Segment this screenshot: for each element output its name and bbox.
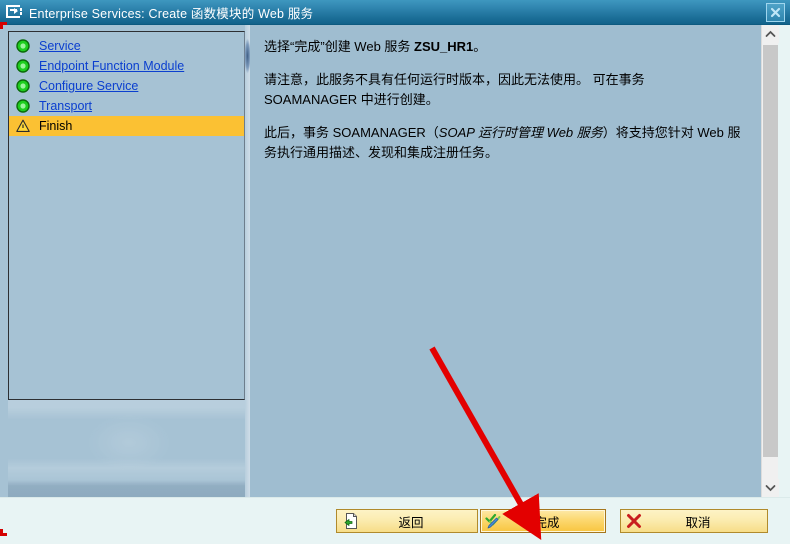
green-check-pencil-icon: [485, 513, 501, 529]
window-titlebar: Enterprise Services: Create 函数模块的 Web 服务: [0, 0, 790, 25]
page-back-green-arrow-icon: [344, 513, 357, 529]
wizard-steps-list: Service Endpoint Function Module Configu…: [8, 31, 245, 400]
cancel-button[interactable]: 取消: [620, 509, 768, 533]
sidebar-item-label: Service: [39, 39, 81, 53]
close-x-glyph: [770, 7, 781, 18]
crop-mark-bottom-left: [0, 529, 7, 536]
crop-mark-top-left: [0, 22, 7, 29]
chevron-down-icon: [765, 485, 776, 492]
red-x-icon: [627, 514, 641, 528]
scrollbar-outer-gutter: [778, 25, 790, 497]
wizard-steps-pane: Service Endpoint Function Module Configu…: [0, 25, 250, 497]
scroll-down-button[interactable]: [762, 479, 779, 497]
p1-quoted: “完成”: [290, 39, 325, 54]
p3-a: 此后，事务 SOAMANAGER（: [264, 125, 439, 140]
sidebar-item-label: Transport: [39, 99, 93, 113]
application-window: Enterprise Services: Create 函数模块的 Web 服务…: [0, 0, 790, 544]
sidebar-item-configure-service[interactable]: Configure Service: [9, 76, 244, 96]
green-sphere-icon: [16, 39, 30, 53]
scrollbar-thumb[interactable]: [763, 45, 778, 457]
back-button[interactable]: 返回: [336, 509, 478, 533]
sidebar-item-transport[interactable]: Transport: [9, 96, 244, 116]
sidebar-item-finish[interactable]: Finish: [9, 116, 244, 136]
content-paragraph-2: 请注意，此服务不具有任何运行时版本，因此无法使用。 可在事务 SOAMANAGE…: [264, 72, 645, 107]
green-sphere-icon: [16, 99, 30, 113]
p1-pre: 选择: [264, 39, 291, 54]
green-sphere-icon: [16, 59, 30, 73]
content-vertical-scrollbar[interactable]: [761, 25, 779, 497]
chevron-up-icon: [765, 30, 776, 37]
content-paragraph-3: 此后，事务 SOAMANAGER（SOAP 运行时管理 Web 服务）将支持您针…: [264, 123, 741, 163]
service-name-value: ZSU_HR1: [414, 39, 474, 54]
window-create-icon: [6, 5, 22, 19]
close-icon[interactable]: [766, 3, 785, 22]
wizard-content-text: 选择“完成”创建 Web 服务 ZSU_HR1。 请注意，此服务不具有任何运行时…: [250, 25, 755, 497]
content-paragraph-1: 选择“完成”创建 Web 服务 ZSU_HR1。: [264, 37, 741, 57]
sidebar-item-label: Configure Service: [39, 79, 139, 93]
scroll-up-button[interactable]: [762, 25, 779, 43]
wizard-content-pane: 选择“完成”创建 Web 服务 ZSU_HR1。 请注意，此服务不具有任何运行时…: [250, 25, 790, 497]
sidebar-item-service[interactable]: Service: [9, 36, 244, 56]
cancel-button-label: 取消: [685, 515, 711, 530]
back-button-label: 返回: [398, 515, 424, 530]
sidebar-item-label: Endpoint Function Module: [39, 59, 185, 73]
green-sphere-icon: [16, 79, 30, 93]
sidebar-item-label: Finish: [39, 119, 73, 133]
finish-button[interactable]: 完成: [480, 509, 606, 533]
dialog-button-bar: 返回 完成 取消: [0, 497, 790, 544]
sidebar-background-image: [8, 398, 250, 497]
p3-italic: SOAP 运行时管理 Web 服务: [438, 125, 603, 140]
p1-mid: 创建 Web 服务: [324, 39, 415, 54]
yellow-warning-triangle-icon: [16, 119, 30, 132]
window-title: Enterprise Services: Create 函数模块的 Web 服务: [29, 6, 314, 21]
p1-post: 。: [473, 39, 487, 54]
sidebar-item-endpoint-function-module[interactable]: Endpoint Function Module: [9, 56, 244, 76]
finish-button-label: 完成: [534, 515, 560, 530]
